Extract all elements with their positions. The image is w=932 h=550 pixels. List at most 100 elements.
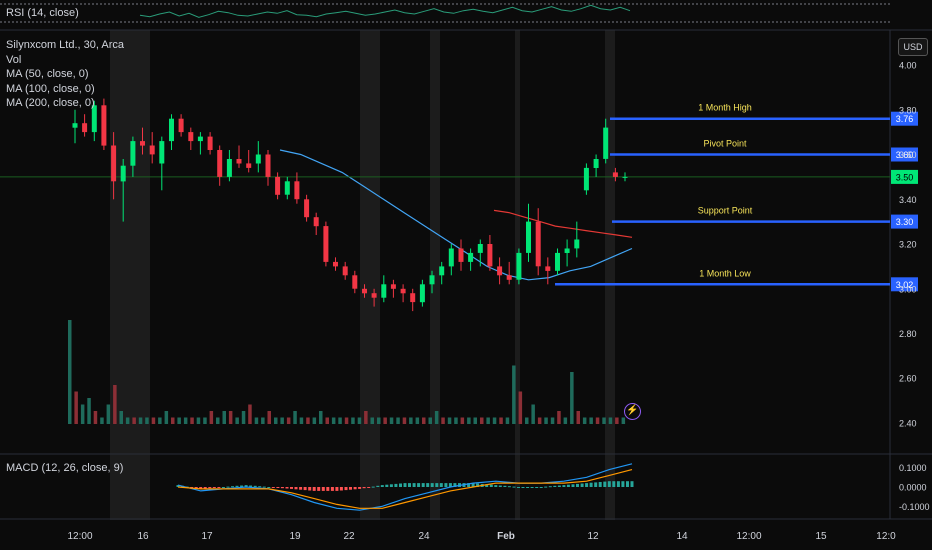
macd-histogram-bar — [503, 485, 507, 487]
volume-bar — [113, 385, 117, 424]
volume-bar — [570, 372, 574, 424]
volume-bar — [248, 404, 252, 424]
session-shading — [0, 29, 932, 520]
candle-body — [439, 266, 445, 276]
macd-histogram-bar — [444, 483, 448, 487]
macd-tick: 0.1000 — [899, 463, 927, 473]
macd-histogram-bar — [562, 485, 566, 487]
ma50-label[interactable]: MA (50, close, 0) — [6, 67, 124, 82]
volume-bar — [582, 417, 587, 424]
macd-histogram-bar — [394, 483, 398, 487]
candle-body — [448, 248, 454, 267]
volume-bar — [415, 417, 420, 424]
candle-body — [545, 266, 551, 271]
volume-bar — [216, 417, 220, 424]
time-tick: 16 — [137, 531, 149, 542]
macd-histogram-bar — [612, 481, 616, 487]
macd-histogram-bar — [421, 483, 425, 487]
macd-histogram-bar — [262, 486, 266, 488]
macd-histogram-bar — [367, 487, 371, 488]
signal-line — [177, 469, 633, 509]
volume-bar — [589, 417, 593, 424]
volume-bar — [177, 417, 181, 424]
candle-body — [352, 275, 358, 289]
flash-alert-icon[interactable]: ⚡ — [624, 403, 641, 420]
macd-histogram-bar — [231, 486, 234, 488]
volume-bar — [235, 417, 239, 424]
volume-bar — [602, 417, 606, 424]
macd-histogram-bar — [253, 485, 257, 487]
macd-histogram-bar — [566, 484, 570, 487]
macd-histogram-bar — [498, 485, 502, 487]
candle-body — [284, 181, 290, 195]
symbol-label[interactable]: Silynxcom Ltd., 30, Arca — [6, 38, 124, 53]
volume-bar — [615, 417, 619, 424]
macd-histogram-bar — [280, 487, 284, 489]
price-tick: 3.60 — [899, 150, 917, 160]
volume-bar — [537, 417, 542, 424]
candle-body — [593, 159, 599, 168]
volume-bar — [293, 411, 297, 424]
chart-canvas[interactable]: 1 Month High 3.76 Pivot Point 3.60 Support P… — [0, 0, 932, 550]
volume-bar — [467, 417, 471, 424]
price-tick: 2.40 — [899, 419, 917, 429]
candle-body — [506, 275, 512, 280]
ma200-label[interactable]: MA (200, close, 0) — [6, 96, 124, 111]
macd-histogram-bar — [507, 486, 511, 488]
rsi-label[interactable]: RSI (14, close) — [6, 7, 79, 19]
macd-histogram-bar — [208, 487, 212, 489]
macd-histogram-bar — [557, 485, 561, 487]
currency-button[interactable]: USD — [898, 38, 928, 56]
volume-bar — [312, 417, 317, 424]
macd-histogram-bar — [594, 482, 598, 487]
macd-histogram-bar — [571, 484, 575, 487]
time-tick: 12:0 — [876, 531, 896, 542]
candle-body — [255, 154, 261, 164]
volume-bar — [158, 417, 162, 424]
macd-histogram-bar — [408, 483, 411, 487]
level-name: Support Point — [698, 206, 753, 216]
volume-bar — [576, 411, 580, 424]
session-shade — [605, 30, 615, 520]
macd-histogram-bar — [426, 483, 430, 487]
macd-axis: 0.1000 0.0000 -0.1000 — [899, 463, 930, 512]
macd-histogram-bar — [430, 483, 434, 487]
macd-histogram-bar — [317, 487, 321, 491]
macd-label[interactable]: MACD (12, 26, close, 9) — [6, 462, 123, 474]
volume-bar — [563, 417, 568, 424]
volume-bar — [261, 417, 265, 424]
candle-body — [188, 132, 194, 142]
macd-histogram-bar — [553, 485, 557, 487]
ma100-label[interactable]: MA (100, close, 0) — [6, 82, 124, 97]
vol-label[interactable]: Vol — [6, 53, 124, 68]
macd-histogram-bar — [376, 485, 380, 487]
volume-bar — [531, 404, 535, 424]
candle-body — [458, 248, 464, 262]
macd-histogram-bar — [512, 486, 516, 488]
macd-histogram-bar — [585, 483, 589, 487]
volume-bar — [351, 417, 355, 424]
macd-histogram-bar — [539, 487, 543, 488]
macd-histogram-bar — [339, 487, 343, 491]
macd-histogram-bar — [621, 481, 625, 487]
price-tick: 3.00 — [899, 284, 917, 294]
macd-histogram-bar — [299, 487, 303, 490]
time-tick: 22 — [343, 531, 355, 542]
volume-bar — [525, 417, 529, 424]
volume-bar — [460, 417, 465, 424]
level-name: 1 Month Low — [699, 268, 751, 278]
macd-histogram-bar — [276, 487, 280, 488]
macd-histogram-bar — [530, 487, 534, 488]
candle-body — [555, 252, 560, 271]
rsi-line — [139, 4, 631, 18]
volume-bar — [492, 417, 497, 424]
volume-bar — [454, 417, 458, 424]
macd-histogram-bar — [389, 484, 393, 487]
volume-bar — [125, 417, 130, 424]
candle-body — [304, 199, 310, 218]
candle-body — [197, 136, 203, 142]
price-tick: 2.80 — [899, 329, 917, 339]
volume-bar — [190, 417, 194, 424]
volume-bar — [209, 411, 214, 424]
macd-histogram-bar — [321, 487, 325, 491]
